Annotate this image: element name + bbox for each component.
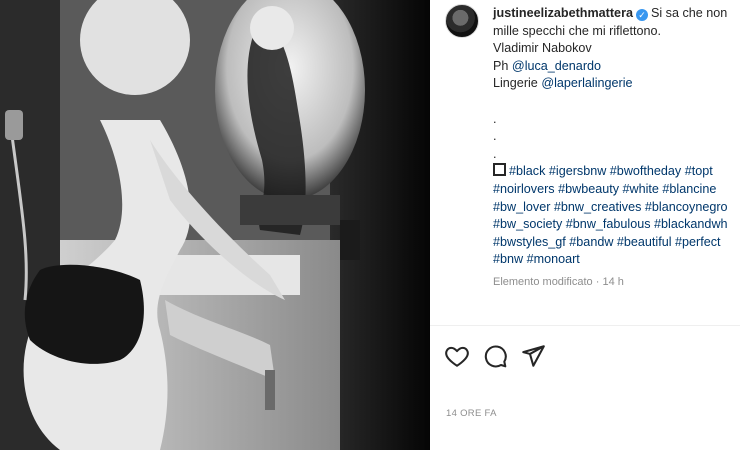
username-link[interactable]: justineelizabethmattera [493, 6, 633, 20]
dot-line: . [493, 111, 497, 126]
post-panel: justineelizabethmattera ✓ Si sa che non mi… [430, 0, 740, 450]
mention-link[interactable]: @laperlalingerie [541, 76, 632, 90]
black-square-icon [493, 163, 506, 177]
verified-badge-icon: ✓ [635, 9, 648, 21]
post-meta: Elemento modificato · 14 h [493, 276, 624, 288]
heart-icon[interactable] [444, 343, 470, 369]
hashtag-line[interactable]: #noirlovers #bwbeauty #white #blancine [493, 181, 740, 199]
hashtag-line: #black #igersbnw #bwoftheday #topt [493, 163, 740, 181]
post-caption: justineelizabethmattera ✓ Si sa che non mi… [493, 5, 740, 269]
edited-label: Elemento modificato [493, 276, 593, 288]
lingerie-credit-line: Lingerie @laperlalingerie [493, 75, 740, 93]
lingerie-credit-prefix: Lingerie [493, 76, 538, 91]
comment-icon[interactable] [482, 343, 508, 369]
hashtag-text[interactable]: #black #igersbnw #bwoftheday #topt [509, 164, 713, 178]
post-photo[interactable] [0, 0, 430, 450]
hashtag-line[interactable]: #bwstyles_gf #bandw #beautiful #perfect [493, 234, 740, 252]
photo-credit-prefix: Ph [493, 58, 509, 73]
caption-line: Vladimir Nabokov [493, 41, 592, 56]
photo-image [0, 0, 430, 450]
caption-line: mille specchi che mi riflettono. [493, 23, 661, 38]
divider [430, 325, 740, 326]
share-icon[interactable] [520, 343, 546, 369]
hashtag-line[interactable]: #bnw #monoart [493, 251, 740, 269]
dot-line: . [493, 146, 497, 161]
mention-link[interactable]: @luca_denardo [512, 59, 601, 73]
hashtag-line[interactable]: #bw_society #bnw_fabulous #blackandwh [493, 216, 740, 234]
caption-first-line: justineelizabethmattera ✓ Si sa che non [493, 5, 740, 23]
hashtag-line[interactable]: #bw_lover #bnw_creatives #blancoynegro [493, 199, 740, 217]
avatar[interactable] [445, 4, 479, 38]
meta-separator: · [595, 276, 600, 288]
dot-line: . [493, 129, 497, 144]
post-time-ago[interactable]: 14 ORE FA [446, 408, 497, 419]
edited-time[interactable]: 14 h [602, 276, 623, 288]
photo-credit-line: Ph @luca_denardo [493, 58, 740, 76]
caption-text: Si sa che non [650, 6, 728, 20]
